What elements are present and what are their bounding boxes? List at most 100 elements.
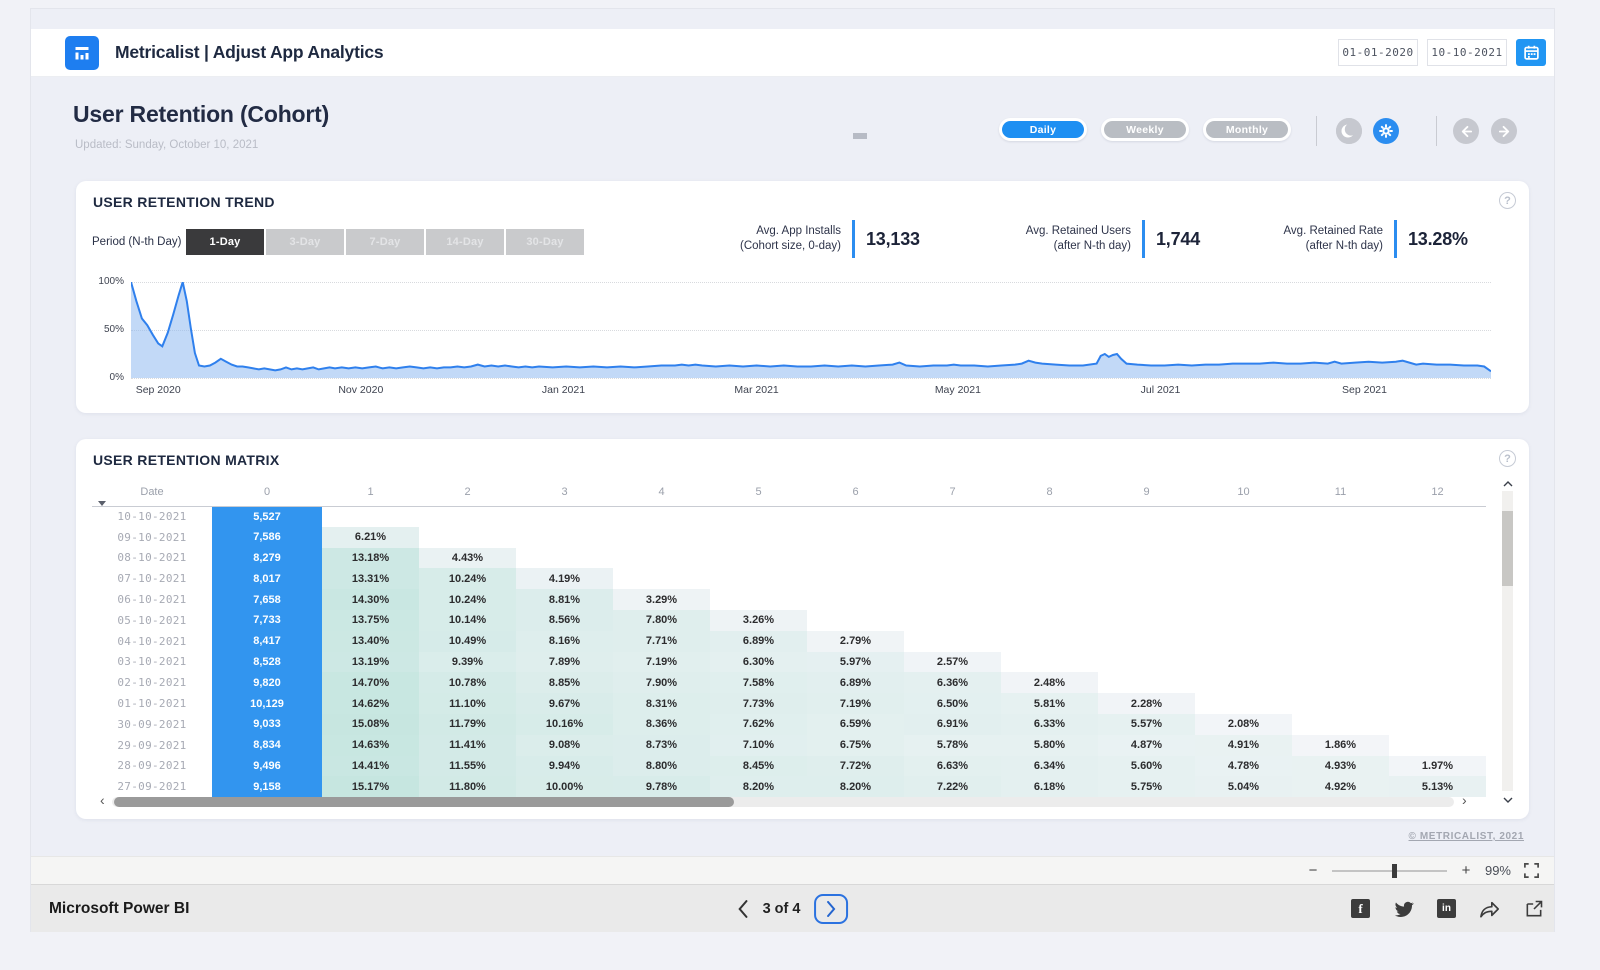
column-header-5[interactable]: 5 xyxy=(710,479,807,506)
cohort-size-cell[interactable]: 9,496 xyxy=(212,756,322,777)
retention-cell-day-3[interactable]: 8.85% xyxy=(516,672,613,693)
retention-cell-day-4[interactable]: 8.80% xyxy=(613,756,710,777)
retention-cell-day-2[interactable]: 11.79% xyxy=(419,714,516,735)
next-page-button[interactable] xyxy=(1491,118,1517,144)
retention-cell-day-7[interactable]: 6.91% xyxy=(904,714,1001,735)
retention-cell-day-2[interactable]: 11.41% xyxy=(419,735,516,756)
retention-cell-day-3[interactable]: 8.16% xyxy=(516,631,613,652)
period-button-30-day[interactable]: 30-Day xyxy=(506,229,584,255)
retention-cell-day-2[interactable]: 10.49% xyxy=(419,631,516,652)
column-header-8[interactable]: 8 xyxy=(1001,479,1098,506)
retention-cell-day-1[interactable]: 15.17% xyxy=(322,776,419,797)
linkedin-icon[interactable]: in xyxy=(1437,899,1456,918)
retention-cell-day-1[interactable]: 14.62% xyxy=(322,693,419,714)
retention-cell-day-9[interactable]: 4.87% xyxy=(1098,735,1195,756)
zoom-out-button[interactable]: − xyxy=(1306,862,1320,879)
retention-cell-day-10[interactable]: 4.91% xyxy=(1195,735,1292,756)
retention-cell-day-9[interactable]: 5.75% xyxy=(1098,776,1195,797)
cohort-size-cell[interactable]: 9,820 xyxy=(212,672,322,693)
retention-cell-day-1[interactable]: 13.40% xyxy=(322,631,419,652)
zoom-slider-thumb[interactable] xyxy=(1392,864,1397,878)
retention-cell-day-7[interactable]: 2.57% xyxy=(904,652,1001,673)
retention-cell-day-6[interactable]: 6.89% xyxy=(807,672,904,693)
cohort-size-cell[interactable]: 8,528 xyxy=(212,652,322,673)
cohort-date[interactable]: 27-09-2021 xyxy=(92,776,212,797)
cohort-size-cell[interactable]: 7,586 xyxy=(212,527,322,548)
retention-cell-day-4[interactable]: 3.29% xyxy=(613,589,710,610)
retention-cell-day-2[interactable]: 11.80% xyxy=(419,776,516,797)
retention-cell-day-11[interactable]: 4.92% xyxy=(1292,776,1389,797)
retention-cell-day-1[interactable]: 6.21% xyxy=(322,527,419,548)
retention-cell-day-11[interactable]: 1.86% xyxy=(1292,735,1389,756)
column-header-date[interactable]: Date xyxy=(92,479,212,506)
retention-cell-day-4[interactable]: 7.90% xyxy=(613,672,710,693)
retention-cell-day-8[interactable]: 5.80% xyxy=(1001,735,1098,756)
column-header-11[interactable]: 11 xyxy=(1292,479,1389,506)
column-header-10[interactable]: 10 xyxy=(1195,479,1292,506)
retention-cell-day-4[interactable]: 7.80% xyxy=(613,610,710,631)
retention-cell-day-2[interactable]: 4.43% xyxy=(419,548,516,569)
retention-cell-day-10[interactable]: 5.04% xyxy=(1195,776,1292,797)
column-header-6[interactable]: 6 xyxy=(807,479,904,506)
column-header-4[interactable]: 4 xyxy=(613,479,710,506)
retention-cell-day-1[interactable]: 14.30% xyxy=(322,589,419,610)
cohort-date[interactable]: 06-10-2021 xyxy=(92,589,212,610)
view-pill-monthly[interactable]: Monthly xyxy=(1203,118,1291,141)
retention-cell-day-2[interactable]: 11.55% xyxy=(419,756,516,777)
retention-cell-day-7[interactable]: 5.78% xyxy=(904,735,1001,756)
retention-cell-day-7[interactable]: 6.50% xyxy=(904,693,1001,714)
scroll-left-icon[interactable]: ‹ xyxy=(100,792,105,808)
retention-cell-day-5[interactable]: 6.89% xyxy=(710,631,807,652)
retention-cell-day-10[interactable]: 2.08% xyxy=(1195,714,1292,735)
cohort-size-cell[interactable]: 8,279 xyxy=(212,548,322,569)
settings-button[interactable] xyxy=(1373,118,1399,144)
retention-cell-day-7[interactable]: 7.22% xyxy=(904,776,1001,797)
cohort-size-cell[interactable]: 8,417 xyxy=(212,631,322,652)
retention-cell-day-8[interactable]: 2.48% xyxy=(1001,672,1098,693)
retention-cell-day-5[interactable]: 7.58% xyxy=(710,672,807,693)
cohort-date[interactable]: 07-10-2021 xyxy=(92,568,212,589)
previous-page-button[interactable] xyxy=(1453,118,1479,144)
zoom-slider[interactable] xyxy=(1332,864,1447,878)
view-pill-weekly[interactable]: Weekly xyxy=(1101,118,1189,141)
retention-cell-day-5[interactable]: 7.10% xyxy=(710,735,807,756)
vertical-scrollbar[interactable] xyxy=(1502,491,1513,791)
retention-cell-day-11[interactable]: 4.93% xyxy=(1292,756,1389,777)
column-header-3[interactable]: 3 xyxy=(516,479,613,506)
vertical-scrollbar-thumb[interactable] xyxy=(1502,511,1513,586)
retention-cell-day-1[interactable]: 13.31% xyxy=(322,568,419,589)
column-header-0[interactable]: 0 xyxy=(212,479,322,506)
cohort-size-cell[interactable]: 7,733 xyxy=(212,610,322,631)
cohort-size-cell[interactable]: 9,033 xyxy=(212,714,322,735)
retention-cell-day-1[interactable]: 14.70% xyxy=(322,672,419,693)
retention-cell-day-4[interactable]: 9.78% xyxy=(613,776,710,797)
scroll-right-icon[interactable]: › xyxy=(1462,792,1467,808)
retention-cell-day-3[interactable]: 7.89% xyxy=(516,652,613,673)
retention-cell-day-4[interactable]: 8.31% xyxy=(613,693,710,714)
calendar-button[interactable] xyxy=(1516,39,1546,66)
period-button-14-day[interactable]: 14-Day xyxy=(426,229,504,255)
retention-cell-day-1[interactable]: 13.18% xyxy=(322,548,419,569)
retention-cell-day-6[interactable]: 7.19% xyxy=(807,693,904,714)
retention-cell-day-6[interactable]: 7.72% xyxy=(807,756,904,777)
retention-cell-day-7[interactable]: 6.63% xyxy=(904,756,1001,777)
fit-to-screen-icon[interactable] xyxy=(1523,862,1540,879)
retention-cell-day-3[interactable]: 8.56% xyxy=(516,610,613,631)
next-report-page-button[interactable] xyxy=(814,894,848,924)
retention-cell-day-8[interactable]: 5.81% xyxy=(1001,693,1098,714)
date-to-input[interactable]: 10-10-2021 xyxy=(1427,39,1507,66)
retention-cell-day-12[interactable]: 5.13% xyxy=(1389,776,1486,797)
column-header-2[interactable]: 2 xyxy=(419,479,516,506)
cohort-size-cell[interactable]: 7,658 xyxy=(212,589,322,610)
prev-report-page-icon[interactable] xyxy=(737,900,749,918)
cohort-date[interactable]: 09-10-2021 xyxy=(92,527,212,548)
retention-cell-day-2[interactable]: 11.10% xyxy=(419,693,516,714)
cohort-size-cell[interactable]: 9,158 xyxy=(212,776,322,797)
retention-cell-day-2[interactable]: 10.24% xyxy=(419,589,516,610)
retention-cell-day-5[interactable]: 8.45% xyxy=(710,756,807,777)
retention-cell-day-5[interactable]: 7.62% xyxy=(710,714,807,735)
period-button-7-day[interactable]: 7-Day xyxy=(346,229,424,255)
zoom-in-button[interactable]: + xyxy=(1459,862,1473,879)
retention-cell-day-9[interactable]: 5.57% xyxy=(1098,714,1195,735)
retention-cell-day-6[interactable]: 6.75% xyxy=(807,735,904,756)
